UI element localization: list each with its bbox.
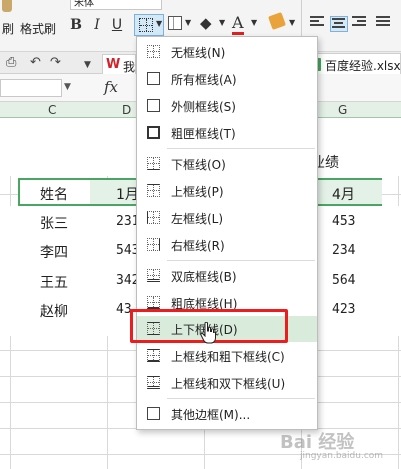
document-tab[interactable]: 百度经验.xlsx — [304, 53, 401, 74]
menu-item-more-borders[interactable]: 其他边框(M)... — [137, 401, 317, 427]
cell-style-icon[interactable] — [168, 16, 182, 30]
no-border-icon — [147, 45, 160, 58]
chevron-down-icon[interactable]: ▼ — [289, 18, 295, 27]
header-cell-name[interactable]: 姓名 — [40, 184, 68, 204]
more-borders-icon — [147, 407, 160, 420]
menu-divider — [167, 148, 315, 149]
menu-item-label: 其他边框(M)... — [171, 408, 251, 422]
menu-item-label: 右框线(R) — [171, 239, 225, 253]
menu-item-label: 下框线(O) — [171, 158, 226, 172]
chevron-down-icon[interactable]: ▼ — [251, 18, 257, 27]
bold-button[interactable]: B — [68, 16, 84, 34]
name-box[interactable] — [0, 79, 62, 97]
top-border-icon — [147, 184, 160, 197]
align-right-icon[interactable] — [352, 16, 370, 32]
clear-format-icon[interactable] — [268, 12, 286, 30]
left-border-icon — [147, 211, 160, 224]
borders-dropdown-button[interactable]: ▼ — [134, 14, 164, 36]
cell-apr[interactable]: 423 — [332, 302, 355, 317]
align-center-icon[interactable] — [330, 16, 348, 32]
app-tab[interactable]: W 我 — [102, 54, 136, 74]
cell-apr[interactable]: 453 — [332, 214, 355, 229]
cell-name[interactable]: 张三 — [40, 213, 68, 233]
print-preview-icon[interactable]: ⎙ — [6, 56, 16, 70]
menu-item-label: 无框线(N) — [171, 46, 226, 60]
chevron-down-icon: ▼ — [156, 19, 163, 28]
undo-icon[interactable]: ↶ — [30, 56, 41, 70]
double-bottom-border-icon — [147, 269, 160, 282]
format-painter-icon[interactable] — [2, 0, 12, 12]
align-left-icon[interactable] — [310, 16, 328, 32]
chevron-down-icon[interactable]: ▼ — [64, 82, 71, 92]
top-double-bottom-border-icon — [147, 376, 160, 389]
cell-name[interactable]: 李四 — [40, 242, 68, 262]
menu-item-thick-box-border[interactable]: 粗匣框线(T) — [137, 120, 317, 146]
all-borders-icon — [147, 72, 160, 85]
document-title: 百度经验.xlsx — [325, 59, 401, 73]
justify-icon[interactable] — [376, 16, 394, 32]
format-painter-button[interactable]: 刷 — [2, 20, 14, 37]
borders-menu: 无框线(N) 所有框线(A) 外侧框线(S) 粗匣框线(T) 下框线(O) 上框… — [136, 36, 318, 430]
cell-name[interactable]: 赵柳 — [40, 301, 68, 321]
italic-button[interactable]: I — [90, 16, 104, 34]
menu-item-top-double-bottom-border[interactable]: 上框线和双下框线(U) — [137, 370, 317, 396]
menu-item-label: 双底框线(B) — [171, 270, 237, 284]
chevron-down-icon[interactable]: ▼ — [219, 18, 225, 27]
menu-item-bottom-border[interactable]: 下框线(O) — [137, 151, 317, 177]
cell-name[interactable]: 王五 — [40, 272, 68, 292]
watermark-url: jingyan.baidu.com — [300, 451, 384, 461]
menu-item-top-thick-bottom-border[interactable]: 上框线和粗下框线(C) — [137, 343, 317, 369]
menu-item-label: 上框线和双下框线(U) — [171, 377, 286, 391]
menu-item-no-border[interactable]: 无框线(N) — [137, 39, 317, 65]
cell-apr[interactable]: 564 — [332, 273, 355, 288]
menu-item-right-border[interactable]: 右框线(R) — [137, 232, 317, 258]
cell-apr[interactable]: 234 — [332, 243, 355, 258]
menu-item-top-border[interactable]: 上框线(P) — [137, 178, 317, 204]
thick-box-border-icon — [147, 126, 160, 139]
chevron-down-icon[interactable]: ▼ — [185, 18, 191, 27]
menu-item-label: 上框线(P) — [171, 185, 224, 199]
outside-borders-icon — [147, 99, 160, 112]
menu-item-label: 上框线和粗下框线(C) — [171, 350, 285, 364]
thick-bottom-border-icon — [147, 296, 160, 309]
column-header-c[interactable]: C — [48, 103, 56, 117]
menu-item-outside-borders[interactable]: 外侧框线(S) — [137, 93, 317, 119]
wps-logo-icon: W — [106, 57, 121, 72]
menu-item-label: 外侧框线(S) — [171, 100, 236, 114]
column-header-g[interactable]: G — [338, 103, 347, 117]
underline-button[interactable]: U — [110, 16, 124, 34]
insert-function-button[interactable]: fx — [104, 78, 118, 96]
font-name-select[interactable]: 宋体 — [70, 0, 162, 10]
menu-item-label: 粗匣框线(T) — [171, 127, 236, 141]
right-border-icon — [147, 238, 160, 251]
hand-cursor-icon — [200, 322, 216, 344]
column-header-d[interactable]: D — [122, 103, 131, 117]
fill-color-icon[interactable]: ◆ — [200, 14, 212, 32]
redo-icon[interactable]: ↷ — [50, 56, 61, 70]
menu-item-double-bottom-border[interactable]: 双底框线(B) — [137, 263, 317, 289]
menu-item-label: 所有框线(A) — [171, 73, 237, 87]
menu-divider — [167, 260, 315, 261]
format-painter-label[interactable]: 格式刷 — [20, 20, 56, 37]
top-thick-bottom-border-icon — [147, 349, 160, 362]
borders-icon — [139, 18, 153, 32]
menu-divider — [167, 398, 315, 399]
menu-item-all-borders[interactable]: 所有框线(A) — [137, 66, 317, 92]
chevron-down-icon[interactable]: ▼ — [84, 58, 91, 72]
app-tab-label: 我 — [123, 60, 136, 74]
menu-item-label: 左框线(L) — [171, 212, 224, 226]
font-color-button[interactable]: A — [232, 13, 244, 35]
bottom-border-icon — [147, 157, 160, 170]
menu-item-left-border[interactable]: 左框线(L) — [137, 205, 317, 231]
header-cell-apr[interactable]: 4月 — [332, 184, 355, 204]
